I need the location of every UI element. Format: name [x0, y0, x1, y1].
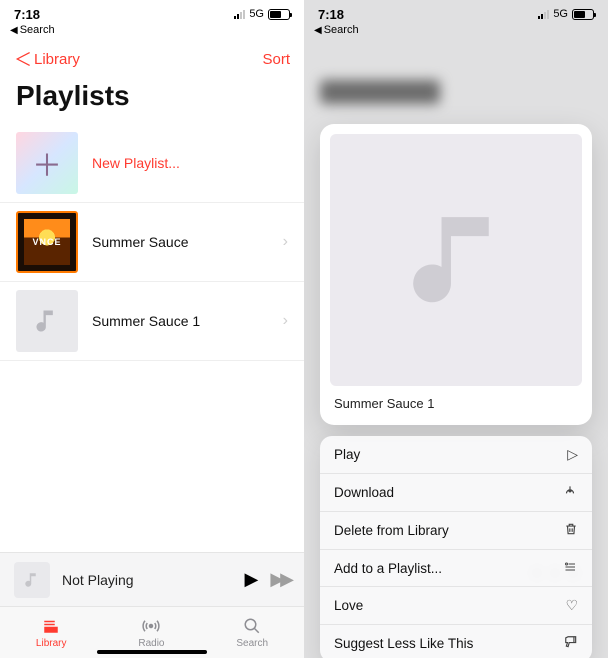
blurred-title	[320, 80, 440, 104]
now-playing-label: Not Playing	[62, 572, 232, 588]
play-icon: ▷	[567, 446, 578, 463]
signal-bars-icon	[538, 9, 549, 19]
time: 7:18	[318, 7, 344, 22]
playlist-list: ＋ New Playlist... VNCE Summer Sauce › Su…	[0, 124, 304, 361]
menu-label: Suggest Less Like This	[334, 636, 473, 651]
row-label: New Playlist...	[92, 155, 288, 171]
nav-header: ＜ Library Sort	[0, 40, 304, 80]
menu-item-play[interactable]: Play ▷	[320, 436, 592, 474]
network-label: 5G	[553, 8, 568, 20]
battery-icon	[572, 9, 594, 20]
tab-label: Radio	[138, 638, 164, 649]
back-label: Library	[34, 51, 80, 68]
breadcrumb[interactable]: ◀ Search	[304, 24, 608, 40]
menu-label: Delete from Library	[334, 523, 449, 538]
menu-item-download[interactable]: Download	[320, 474, 592, 512]
music-note-icon	[33, 307, 61, 335]
fast-forward-button[interactable]: ▶▶	[270, 569, 290, 590]
row-label: Summer Sauce	[92, 234, 269, 250]
preview-cover	[330, 134, 582, 386]
add-to-playlist-icon	[562, 560, 578, 576]
playlist-row-summer-sauce-1[interactable]: Summer Sauce 1 ›	[0, 282, 304, 361]
new-playlist-row[interactable]: ＋ New Playlist...	[0, 124, 304, 203]
signal-indicator: 5G	[234, 8, 290, 20]
breadcrumb[interactable]: ◀ Search	[0, 24, 304, 40]
tab-radio[interactable]: Radio	[138, 616, 164, 649]
menu-label: Add to a Playlist...	[334, 561, 442, 576]
new-playlist-art: ＋	[16, 132, 78, 194]
menu-label: Play	[334, 447, 360, 462]
now-playing-bar[interactable]: Not Playing ▶ ▶▶	[0, 552, 304, 606]
chevron-left-icon: ◀	[314, 25, 322, 36]
playlist-row-summer-sauce[interactable]: VNCE Summer Sauce ›	[0, 203, 304, 282]
time: 7:18	[14, 7, 40, 22]
library-icon	[41, 616, 61, 636]
network-label: 5G	[249, 8, 264, 20]
tab-search[interactable]: Search	[236, 616, 268, 649]
row-label: Summer Sauce 1	[92, 313, 269, 329]
heart-icon: ♡	[565, 597, 578, 614]
context-menu: Play ▷ Download Delete from Library Add …	[320, 436, 592, 658]
context-menu-screen: 7:18 5G ◀ Search Summer Sauce 1 Play ▷ D…	[304, 0, 608, 658]
playlist-art: VNCE	[16, 211, 78, 273]
music-note-icon	[23, 571, 41, 589]
chevron-left-icon: ◀	[10, 25, 18, 36]
menu-label: Love	[334, 598, 363, 613]
tab-library[interactable]: Library	[36, 616, 67, 649]
plus-icon: ＋	[32, 141, 62, 185]
radio-icon	[140, 616, 162, 636]
breadcrumb-label: Search	[20, 24, 55, 36]
breadcrumb-label: Search	[324, 24, 359, 36]
signal-indicator: 5G	[538, 8, 594, 20]
search-icon	[243, 616, 261, 636]
menu-item-delete[interactable]: Delete from Library	[320, 512, 592, 550]
playlist-preview-card[interactable]: Summer Sauce 1	[320, 124, 592, 425]
chevron-right-icon: ›	[283, 233, 288, 251]
album-art-text: VNCE	[32, 237, 61, 247]
tab-bar: Library Radio Search	[0, 606, 304, 658]
battery-icon	[268, 9, 290, 20]
menu-item-suggest-less[interactable]: Suggest Less Like This	[320, 625, 592, 658]
status-bar: 7:18 5G	[0, 0, 304, 24]
thumbs-down-icon	[564, 635, 578, 652]
status-bar: 7:18 5G	[304, 0, 608, 24]
tab-label: Library	[36, 638, 67, 649]
page-title: Playlists	[0, 80, 304, 124]
menu-item-add-playlist[interactable]: Add to a Playlist...	[320, 550, 592, 587]
now-playing-art	[14, 562, 50, 598]
playlists-screen: 7:18 5G ◀ Search ＜ Library Sort Playlist…	[0, 0, 304, 658]
trash-icon	[564, 522, 578, 539]
home-indicator[interactable]	[97, 650, 207, 654]
preview-title: Summer Sauce 1	[330, 386, 582, 413]
music-note-icon	[399, 203, 512, 316]
playlist-art-placeholder	[16, 290, 78, 352]
play-button[interactable]: ▶	[244, 569, 258, 590]
chevron-right-icon: ›	[283, 312, 288, 330]
tab-label: Search	[236, 638, 268, 649]
chevron-left-icon: ＜	[14, 46, 32, 72]
sort-button[interactable]: Sort	[262, 51, 290, 68]
menu-item-love[interactable]: Love ♡	[320, 587, 592, 625]
download-icon	[562, 484, 578, 501]
signal-bars-icon	[234, 9, 245, 19]
back-button[interactable]: ＜ Library	[14, 46, 80, 72]
menu-label: Download	[334, 485, 394, 500]
